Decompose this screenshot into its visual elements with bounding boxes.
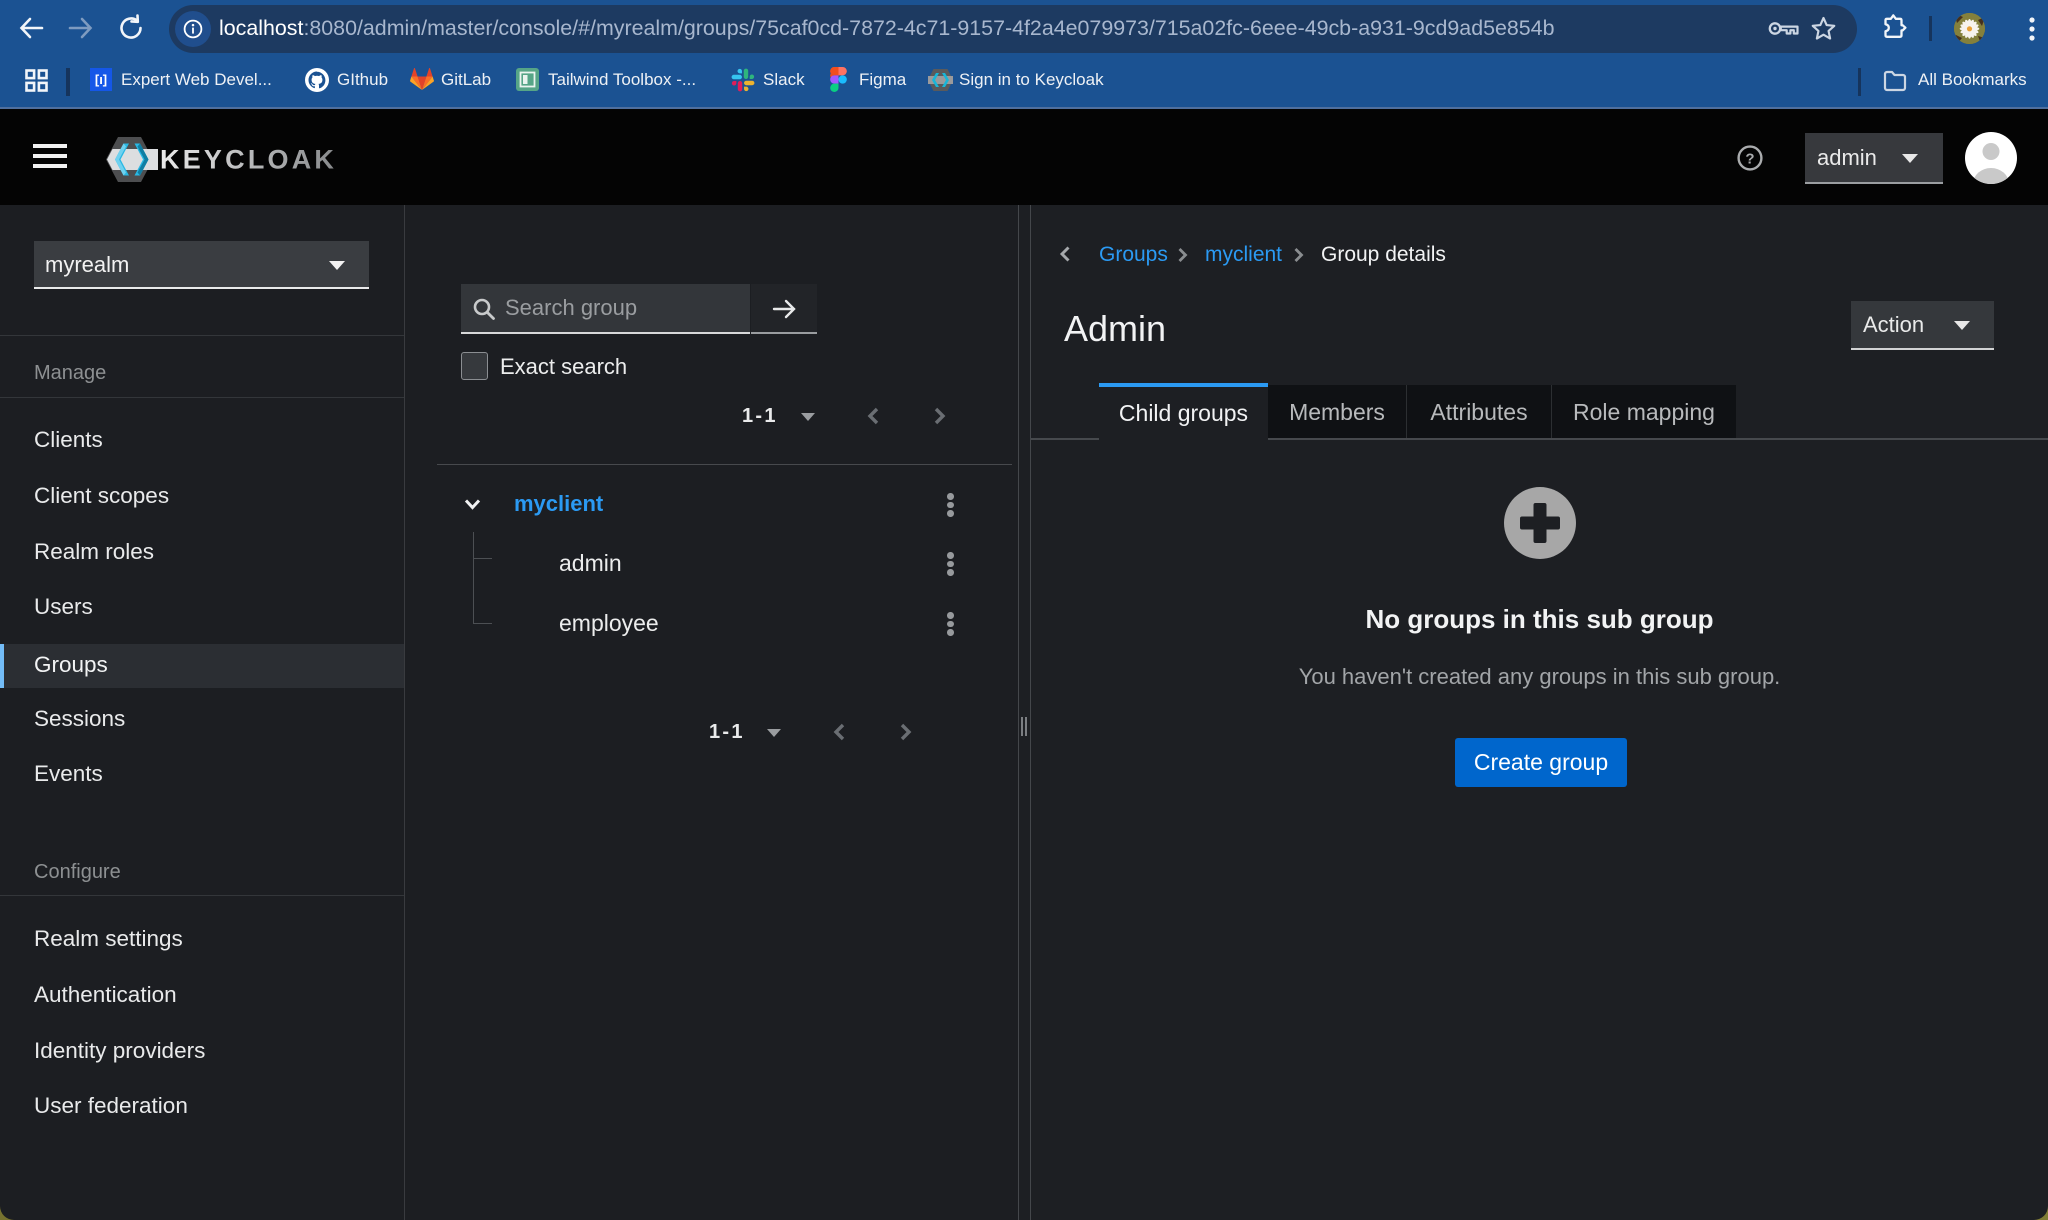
svg-text:?: ? — [1745, 151, 1754, 168]
svg-text:KEYCLOAK: KEYCLOAK — [160, 145, 337, 175]
